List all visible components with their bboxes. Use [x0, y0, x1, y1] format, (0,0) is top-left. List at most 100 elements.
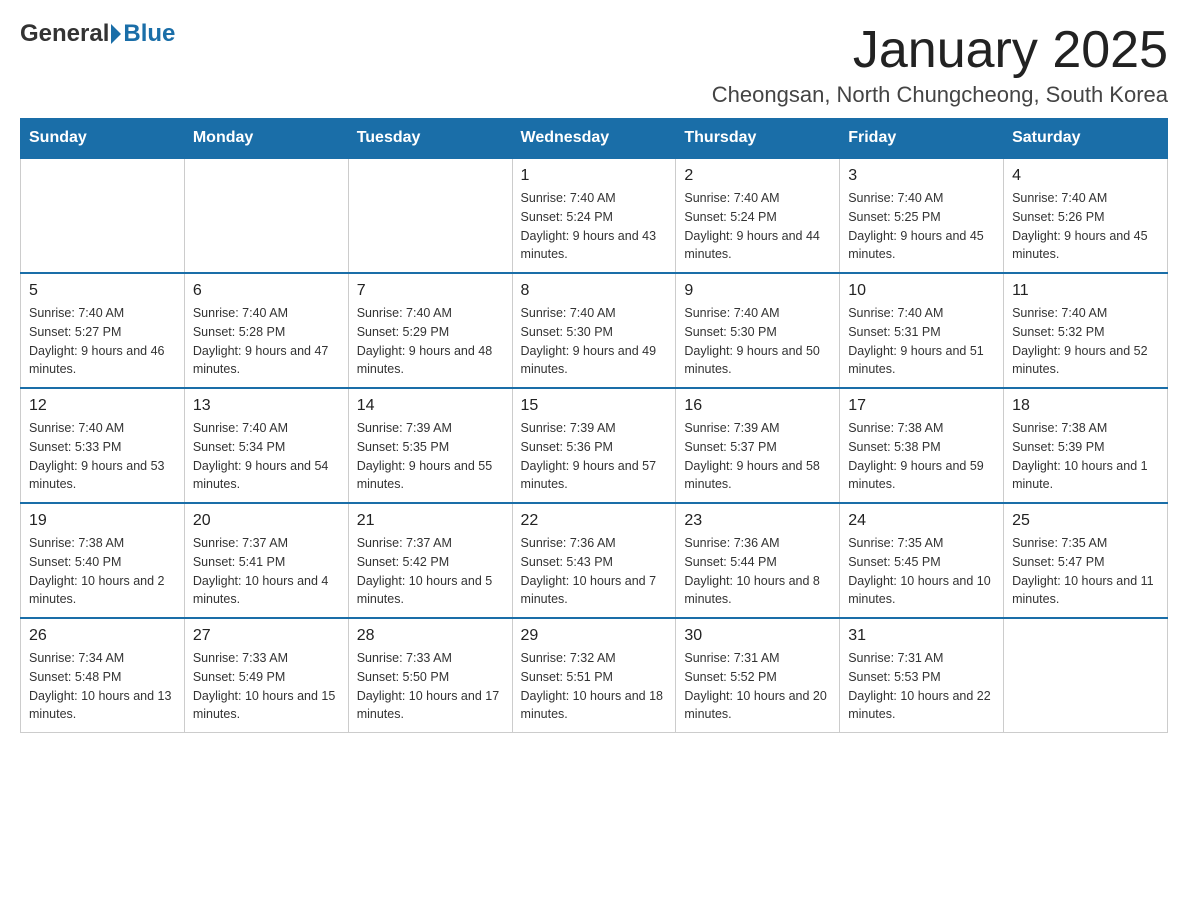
calendar-cell-5-1: 26 Sunrise: 7:34 AM Sunset: 5:48 PM Dayli…	[21, 618, 185, 733]
day-info: Sunrise: 7:31 AM Sunset: 5:53 PM Dayligh…	[848, 649, 995, 724]
calendar-cell-1-5: 2Sunrise: 7:40 AM Sunset: 5:24 PM Daylig…	[676, 158, 840, 273]
day-info: Sunrise: 7:37 AM Sunset: 5:42 PM Dayligh…	[357, 534, 504, 609]
calendar-cell-4-5: 23Sunrise: 7:36 AM Sunset: 5:44 PM Dayli…	[676, 503, 840, 618]
day-number: 17	[848, 397, 995, 415]
calendar-week-row-3: 12Sunrise: 7:40 AM Sunset: 5:33 PM Dayli…	[21, 388, 1168, 503]
day-info: Sunrise: 7:40 AM Sunset: 5:25 PM Dayligh…	[848, 189, 995, 264]
day-info: Sunrise: 7:35 AM Sunset: 5:45 PM Dayligh…	[848, 534, 995, 609]
day-number: 5	[29, 282, 176, 300]
calendar-week-row-1: 1 Sunrise: 7:40 AM Sunset: 5:24 PM Daylig…	[21, 158, 1168, 273]
calendar-header-wednesday: Wednesday	[512, 119, 676, 159]
day-number: 9	[684, 282, 831, 300]
page-header: General Blue January 2025 Cheongsan, Nor…	[20, 20, 1168, 108]
calendar-week-row-2: 5 Sunrise: 7:40 AM Sunset: 5:27 PM Daylig…	[21, 273, 1168, 388]
calendar-subtitle: Cheongsan, North Chungcheong, South Kore…	[712, 82, 1168, 108]
calendar-cell-5-2: 27 Sunrise: 7:33 AM Sunset: 5:49 PM Dayli…	[184, 618, 348, 733]
day-number: 25	[1012, 512, 1159, 530]
calendar-cell-1-6: 3 Sunrise: 7:40 AM Sunset: 5:25 PM Daylig…	[840, 158, 1004, 273]
day-info: Sunrise: 7:40 AM Sunset: 5:34 PM Dayligh…	[193, 419, 340, 494]
day-number: 28	[357, 627, 504, 645]
calendar-header-tuesday: Tuesday	[348, 119, 512, 159]
calendar-header-friday: Friday	[840, 119, 1004, 159]
calendar-cell-3-2: 13 Sunrise: 7:40 AM Sunset: 5:34 PM Dayli…	[184, 388, 348, 503]
day-number: 6	[193, 282, 340, 300]
day-info: Sunrise: 7:39 AM Sunset: 5:36 PM Dayligh…	[521, 419, 668, 494]
day-info: Sunrise: 7:39 AM Sunset: 5:37 PM Dayligh…	[684, 419, 831, 494]
calendar-cell-3-3: 14 Sunrise: 7:39 AM Sunset: 5:35 PM Dayli…	[348, 388, 512, 503]
day-info: Sunrise: 7:40 AM Sunset: 5:24 PM Dayligh…	[521, 189, 668, 264]
day-number: 21	[357, 512, 504, 530]
day-number: 14	[357, 397, 504, 415]
title-section: January 2025 Cheongsan, North Chungcheon…	[712, 20, 1168, 108]
day-info: Sunrise: 7:40 AM Sunset: 5:26 PM Dayligh…	[1012, 189, 1159, 264]
day-info: Sunrise: 7:34 AM Sunset: 5:48 PM Dayligh…	[29, 649, 176, 724]
calendar-cell-5-5: 30 Sunrise: 7:31 AM Sunset: 5:52 PM Dayli…	[676, 618, 840, 733]
day-number: 16	[684, 397, 831, 415]
calendar-cell-3-1: 12Sunrise: 7:40 AM Sunset: 5:33 PM Dayli…	[21, 388, 185, 503]
calendar-cell-5-7	[1004, 618, 1168, 733]
day-number: 19	[29, 512, 176, 530]
day-info: Sunrise: 7:40 AM Sunset: 5:31 PM Dayligh…	[848, 304, 995, 379]
day-info: Sunrise: 7:33 AM Sunset: 5:49 PM Dayligh…	[193, 649, 340, 724]
day-number: 31	[848, 627, 995, 645]
day-number: 27	[193, 627, 340, 645]
day-number: 24	[848, 512, 995, 530]
calendar-cell-2-6: 10 Sunrise: 7:40 AM Sunset: 5:31 PM Dayli…	[840, 273, 1004, 388]
day-info: Sunrise: 7:38 AM Sunset: 5:38 PM Dayligh…	[848, 419, 995, 494]
calendar-cell-3-5: 16 Sunrise: 7:39 AM Sunset: 5:37 PM Dayli…	[676, 388, 840, 503]
day-info: Sunrise: 7:35 AM Sunset: 5:47 PM Dayligh…	[1012, 534, 1159, 609]
day-info: Sunrise: 7:40 AM Sunset: 5:32 PM Dayligh…	[1012, 304, 1159, 379]
day-number: 4	[1012, 167, 1159, 185]
calendar-cell-5-4: 29Sunrise: 7:32 AM Sunset: 5:51 PM Dayli…	[512, 618, 676, 733]
calendar-cell-3-4: 15 Sunrise: 7:39 AM Sunset: 5:36 PM Dayli…	[512, 388, 676, 503]
day-info: Sunrise: 7:40 AM Sunset: 5:33 PM Dayligh…	[29, 419, 176, 494]
day-info: Sunrise: 7:39 AM Sunset: 5:35 PM Dayligh…	[357, 419, 504, 494]
day-number: 26	[29, 627, 176, 645]
day-number: 30	[684, 627, 831, 645]
day-number: 13	[193, 397, 340, 415]
day-number: 1	[521, 167, 668, 185]
day-info: Sunrise: 7:40 AM Sunset: 5:24 PM Dayligh…	[684, 189, 831, 264]
calendar-cell-1-3	[348, 158, 512, 273]
calendar-cell-4-4: 22 Sunrise: 7:36 AM Sunset: 5:43 PM Dayli…	[512, 503, 676, 618]
day-number: 29	[521, 627, 668, 645]
logo-arrow-icon	[111, 24, 121, 44]
day-info: Sunrise: 7:40 AM Sunset: 5:27 PM Dayligh…	[29, 304, 176, 379]
day-number: 22	[521, 512, 668, 530]
calendar-cell-4-1: 19 Sunrise: 7:38 AM Sunset: 5:40 PM Dayli…	[21, 503, 185, 618]
day-info: Sunrise: 7:33 AM Sunset: 5:50 PM Dayligh…	[357, 649, 504, 724]
day-number: 15	[521, 397, 668, 415]
day-number: 8	[521, 282, 668, 300]
day-number: 20	[193, 512, 340, 530]
day-info: Sunrise: 7:31 AM Sunset: 5:52 PM Dayligh…	[684, 649, 831, 724]
day-number: 3	[848, 167, 995, 185]
calendar-cell-2-7: 11 Sunrise: 7:40 AM Sunset: 5:32 PM Dayli…	[1004, 273, 1168, 388]
calendar-header-thursday: Thursday	[676, 119, 840, 159]
calendar-cell-4-7: 25 Sunrise: 7:35 AM Sunset: 5:47 PM Dayli…	[1004, 503, 1168, 618]
calendar-cell-2-3: 7Sunrise: 7:40 AM Sunset: 5:29 PM Daylig…	[348, 273, 512, 388]
calendar-cell-2-5: 9Sunrise: 7:40 AM Sunset: 5:30 PM Daylig…	[676, 273, 840, 388]
calendar-cell-2-2: 6 Sunrise: 7:40 AM Sunset: 5:28 PM Daylig…	[184, 273, 348, 388]
calendar-week-row-5: 26 Sunrise: 7:34 AM Sunset: 5:48 PM Dayli…	[21, 618, 1168, 733]
day-number: 10	[848, 282, 995, 300]
day-info: Sunrise: 7:37 AM Sunset: 5:41 PM Dayligh…	[193, 534, 340, 609]
calendar-week-row-4: 19 Sunrise: 7:38 AM Sunset: 5:40 PM Dayli…	[21, 503, 1168, 618]
calendar-cell-1-4: 1 Sunrise: 7:40 AM Sunset: 5:24 PM Daylig…	[512, 158, 676, 273]
calendar-header-monday: Monday	[184, 119, 348, 159]
day-number: 7	[357, 282, 504, 300]
calendar-cell-1-2	[184, 158, 348, 273]
calendar-table: SundayMondayTuesdayWednesdayThursdayFrid…	[20, 118, 1168, 733]
calendar-header-row: SundayMondayTuesdayWednesdayThursdayFrid…	[21, 119, 1168, 159]
calendar-cell-2-4: 8 Sunrise: 7:40 AM Sunset: 5:30 PM Daylig…	[512, 273, 676, 388]
day-info: Sunrise: 7:38 AM Sunset: 5:40 PM Dayligh…	[29, 534, 176, 609]
calendar-cell-4-2: 20 Sunrise: 7:37 AM Sunset: 5:41 PM Dayli…	[184, 503, 348, 618]
calendar-cell-5-3: 28 Sunrise: 7:33 AM Sunset: 5:50 PM Dayli…	[348, 618, 512, 733]
calendar-cell-4-3: 21 Sunrise: 7:37 AM Sunset: 5:42 PM Dayli…	[348, 503, 512, 618]
logo-general-text: General	[20, 20, 109, 48]
calendar-title: January 2025	[712, 20, 1168, 80]
day-info: Sunrise: 7:36 AM Sunset: 5:43 PM Dayligh…	[521, 534, 668, 609]
day-info: Sunrise: 7:40 AM Sunset: 5:30 PM Dayligh…	[521, 304, 668, 379]
day-number: 11	[1012, 282, 1159, 300]
day-info: Sunrise: 7:36 AM Sunset: 5:44 PM Dayligh…	[684, 534, 831, 609]
day-info: Sunrise: 7:40 AM Sunset: 5:28 PM Dayligh…	[193, 304, 340, 379]
